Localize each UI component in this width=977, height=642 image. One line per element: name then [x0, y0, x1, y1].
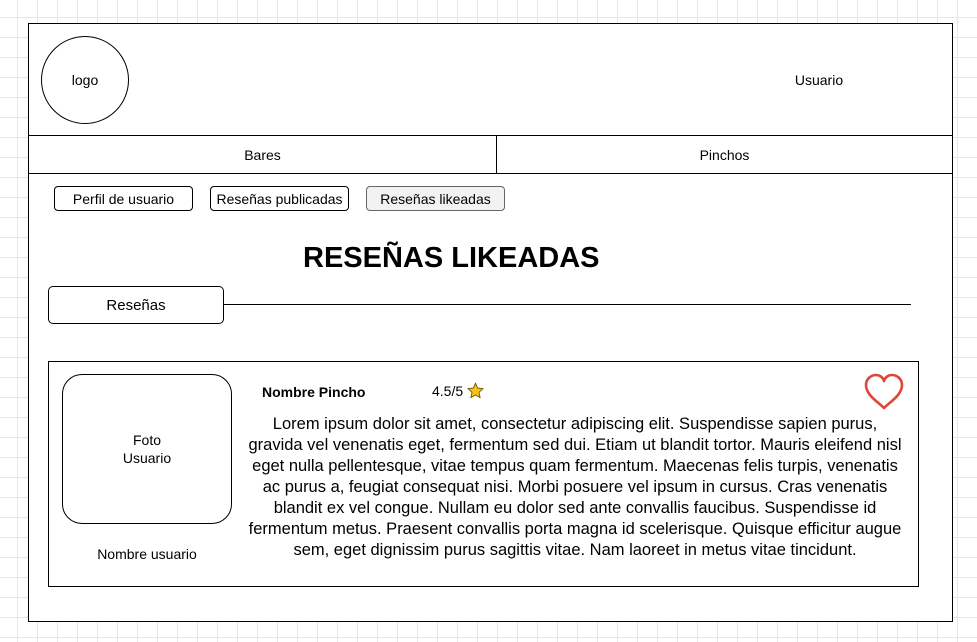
logo[interactable]: logo	[41, 36, 129, 124]
user-photo: Foto Usuario	[62, 374, 232, 524]
tab-resenas-publicadas[interactable]: Reseñas publicadas	[210, 186, 349, 211]
section-tab-resenas[interactable]: Reseñas	[48, 286, 224, 324]
review-text: Lorem ipsum dolor sit amet, consectetur …	[248, 415, 902, 559]
tab-perfil-usuario[interactable]: Perfil de usuario	[54, 186, 193, 211]
rating: 4.5/5	[432, 382, 484, 399]
review-card: Foto Usuario Nombre usuario Nombre Pinch…	[48, 361, 919, 587]
pincho-name[interactable]: Nombre Pincho	[262, 384, 365, 400]
like-button[interactable]	[864, 373, 904, 411]
nav-divider-bottom	[29, 173, 952, 174]
rating-value: 4.5/5	[432, 382, 464, 399]
page-title: RESEÑAS LIKEADAS	[303, 242, 600, 274]
tab-resenas-likeadas[interactable]: Reseñas likeadas	[366, 186, 505, 211]
section-divider	[223, 304, 911, 305]
nav-item-label: Pinchos	[699, 147, 750, 163]
photo-label-line1: Foto	[132, 432, 161, 448]
nav-item-label: Bares	[244, 147, 281, 163]
app-frame: logo Usuario Bares Pinchos Perfil de usu…	[28, 23, 953, 622]
photo-label-line2: Usuario	[122, 450, 172, 466]
heart-icon	[864, 373, 904, 410]
review-username[interactable]: Nombre usuario	[62, 546, 232, 562]
user-menu[interactable]: Usuario	[769, 72, 869, 88]
nav-item-bares[interactable]: Bares	[29, 136, 496, 174]
section-tab-label: Reseñas	[106, 296, 166, 314]
nav-item-pinchos[interactable]: Pinchos	[497, 136, 952, 174]
star-icon	[467, 382, 484, 399]
logo-label: logo	[71, 72, 99, 88]
